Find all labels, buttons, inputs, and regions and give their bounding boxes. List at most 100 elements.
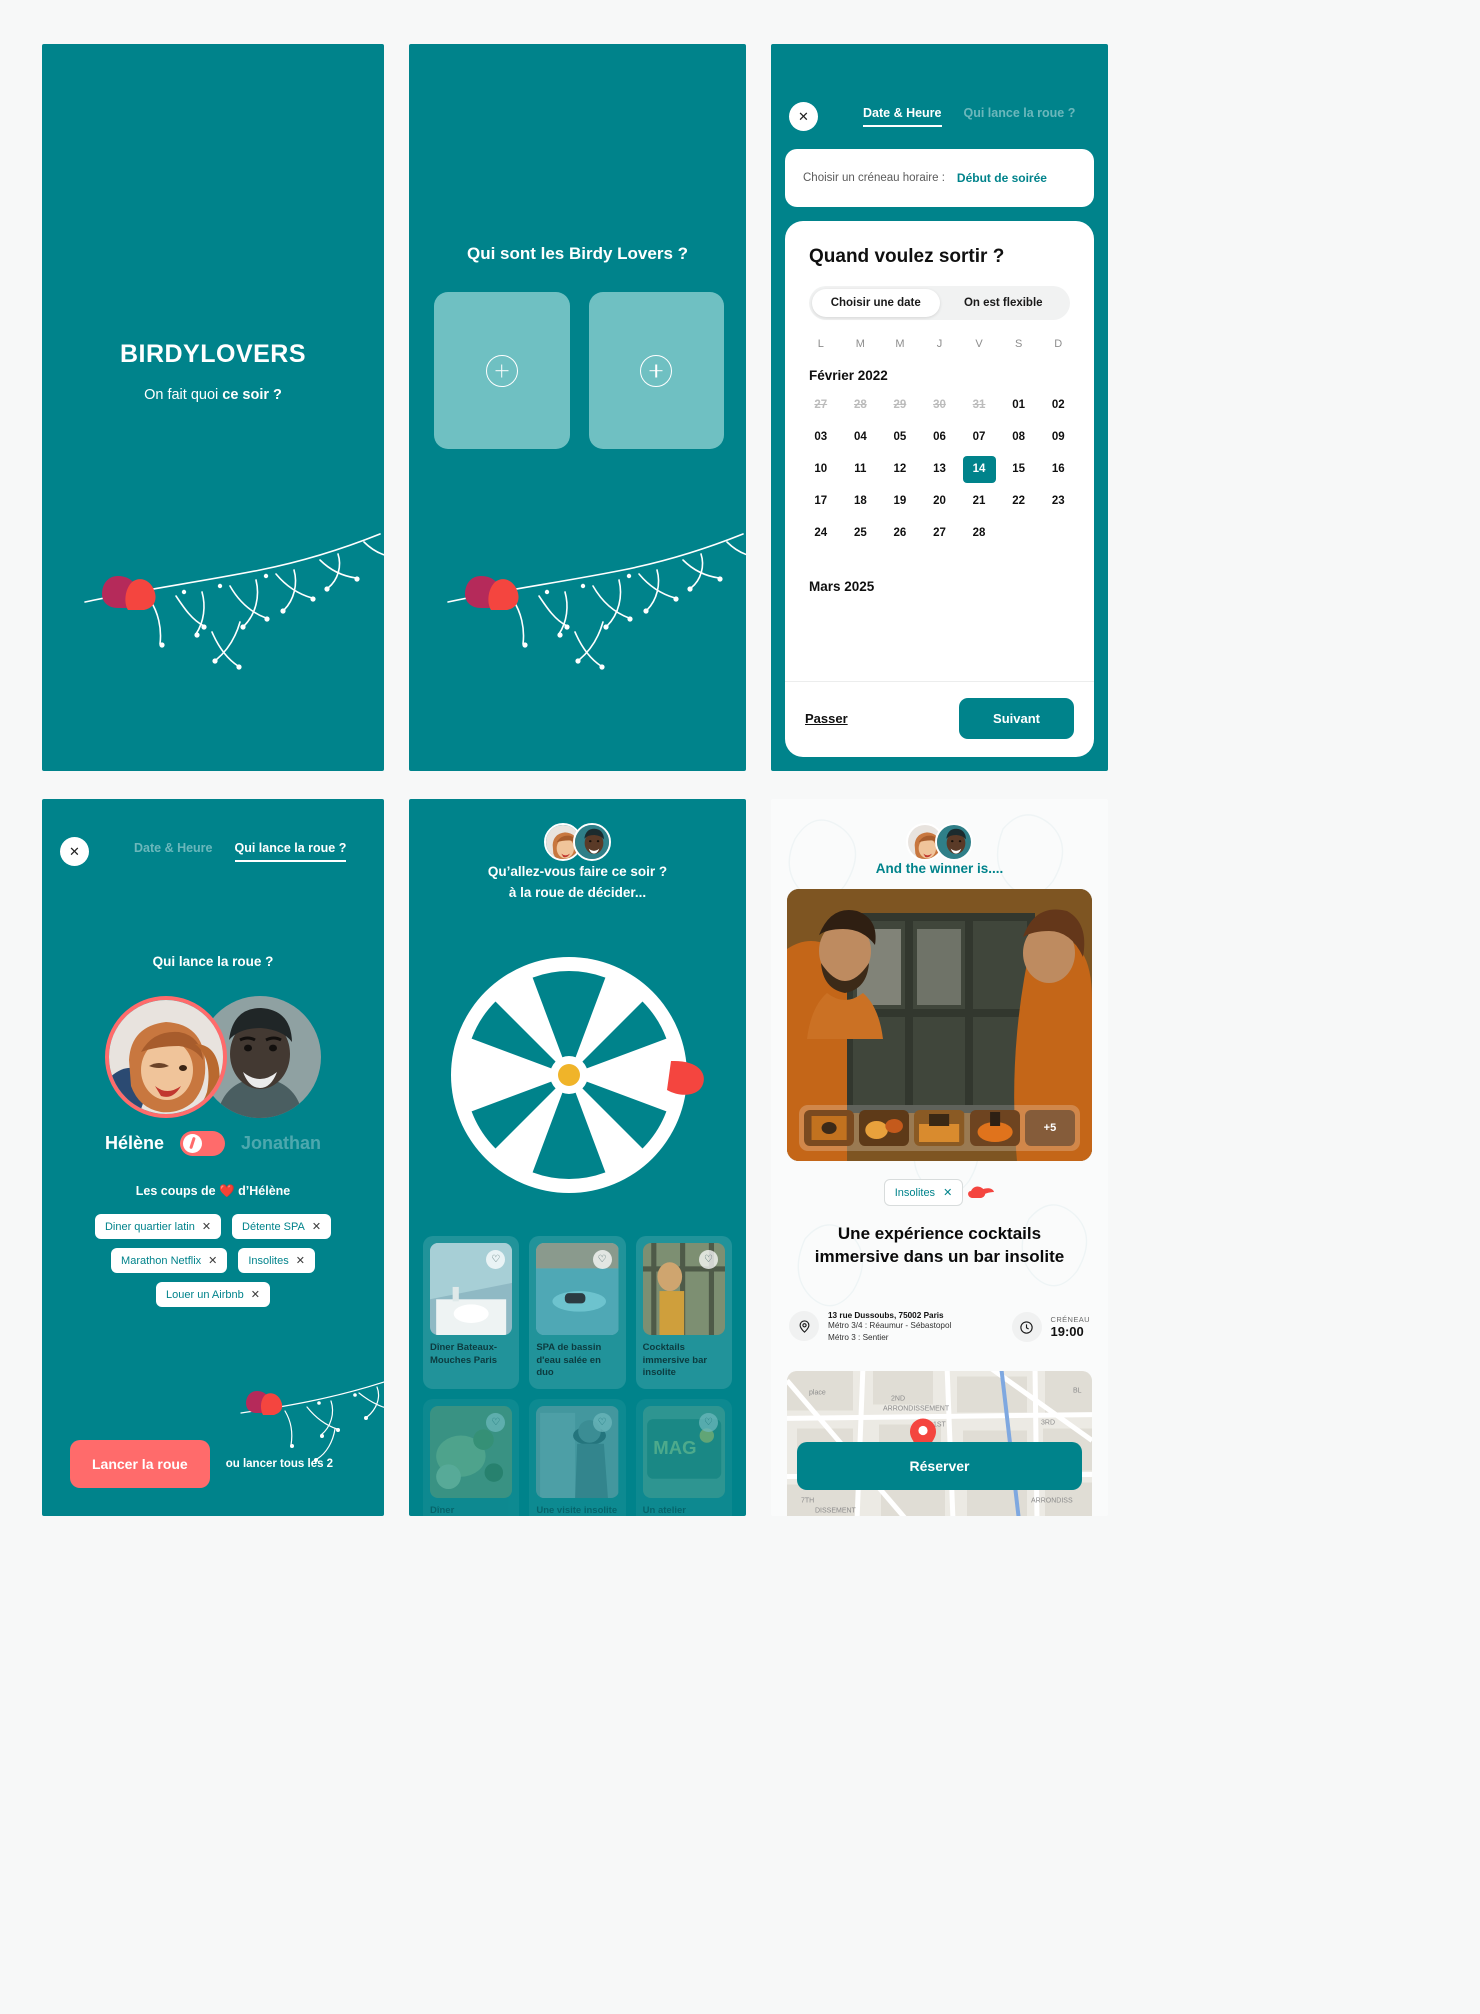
heart-icon[interactable]: ♡	[592, 1412, 612, 1432]
calendar-day[interactable]: 14	[959, 453, 999, 485]
close-icon[interactable]: ✕	[312, 1220, 321, 1233]
spinner-toggle[interactable]	[180, 1131, 225, 1156]
screen-splash: BIRDYLOVERS On fait quoi ce soir ?	[42, 44, 384, 771]
calendar-day[interactable]: 20	[920, 485, 960, 517]
calendar-day[interactable]: 19	[880, 485, 920, 517]
category-tag[interactable]: Insolites ✕	[883, 1179, 964, 1206]
tab-qui-lance-la-roue[interactable]: Qui lance la roue ?	[234, 841, 347, 862]
heart-icon[interactable]: ♡	[592, 1250, 612, 1269]
spin-wheel[interactable]	[409, 954, 746, 1196]
spin-both-note[interactable]: ou lancer tous les 2	[226, 1458, 333, 1470]
segment-choisir-une-date[interactable]: Choisir une date	[812, 289, 940, 317]
calendar-day[interactable]: 23	[1038, 485, 1078, 517]
calendar-day[interactable]: 11	[841, 453, 881, 485]
favourite-tag[interactable]: Diner quartier latin ✕	[94, 1214, 222, 1239]
address-line-2: Métro 3/4 : Réaumur - Sébastopol	[828, 1321, 952, 1330]
heart-icon[interactable]: ♡	[698, 1250, 718, 1269]
close-icon[interactable]: ✕	[251, 1288, 260, 1301]
time-slot-bar[interactable]: Choisir un créneau horaire : Début de so…	[785, 149, 1094, 207]
svg-text:BL: BL	[1073, 1388, 1082, 1395]
calendar-day[interactable]: 25	[841, 517, 881, 549]
suggestion-cards: ♡ Dîner Bateaux-Mouches Paris ♡ SPA de bass…	[423, 1236, 732, 1516]
favourite-tag[interactable]: Insolites ✕	[238, 1248, 315, 1273]
suggestion-card[interactable]: ♡ Dîner oenologique accords mets & vins	[423, 1398, 520, 1516]
avatar-helene[interactable]	[105, 996, 227, 1118]
calendar-day[interactable]: 18	[841, 485, 881, 517]
calendar-day[interactable]: 15	[999, 453, 1039, 485]
calendar-day[interactable]: 26	[880, 517, 920, 549]
close-icon[interactable]: ✕	[202, 1220, 211, 1233]
calendar-day[interactable]: 13	[920, 453, 960, 485]
tab-date-heure[interactable]: Date & Heure	[863, 106, 942, 127]
calendar-day[interactable]: 05	[880, 421, 920, 453]
gallery-thumb[interactable]	[914, 1110, 965, 1146]
calendar-day[interactable]: 28	[959, 517, 999, 549]
calendar-day-number: 22	[1012, 495, 1026, 507]
close-icon[interactable]: ✕	[60, 837, 89, 866]
weekday: S	[1014, 338, 1023, 350]
slot-value: 19:00	[1050, 1324, 1084, 1340]
gallery-thumb[interactable]	[969, 1110, 1020, 1146]
winner-hero-image[interactable]: +5	[787, 889, 1092, 1161]
calendar-day[interactable]: 24	[801, 517, 841, 549]
address-line-1: 13 rue Dussoubs, 75002 Paris	[828, 1311, 944, 1320]
svg-text:ARRONDISS: ARRONDISS	[1031, 1498, 1073, 1505]
calendar-day[interactable]: 21	[959, 485, 999, 517]
calendar-day[interactable]: 09	[1038, 421, 1078, 453]
calendar-day: 31	[959, 389, 999, 421]
close-icon[interactable]: ✕	[789, 102, 818, 131]
calendar-day-number: 28	[972, 527, 986, 539]
suggestion-card[interactable]: ♡ Une visite insolite “Le Paris du crime”	[529, 1398, 626, 1516]
favourite-tag[interactable]: Louer un Airbnb ✕	[156, 1282, 270, 1307]
calendar-day[interactable]: 03	[801, 421, 841, 453]
calendar-day[interactable]: 02	[1038, 389, 1078, 421]
suggestion-card[interactable]: ♡ Dîner Bateaux-Mouches Paris	[423, 1236, 520, 1389]
favourite-tag[interactable]: Marathon Netflix ✕	[111, 1248, 228, 1273]
calendar-day[interactable]: 16	[1038, 453, 1078, 485]
tab-date-heure[interactable]: Date & Heure	[134, 841, 213, 860]
close-icon[interactable]: ✕	[296, 1254, 305, 1267]
calendar-day-number: 03	[814, 431, 828, 443]
lover-slot-2[interactable]	[588, 292, 724, 449]
favourite-tag-label: Diner quartier latin	[104, 1220, 195, 1233]
gallery-thumbnail-strip[interactable]: +5	[799, 1105, 1080, 1151]
calendar-day[interactable]: 08	[999, 421, 1039, 453]
name-jonathan: Jonathan	[241, 1133, 322, 1153]
close-icon[interactable]: ✕	[943, 1186, 952, 1199]
gallery-more-count[interactable]: +5	[1024, 1110, 1076, 1146]
close-icon[interactable]: ✕	[208, 1254, 217, 1267]
calendar-day[interactable]: 01	[999, 389, 1039, 421]
calendar-day[interactable]: 17	[801, 485, 841, 517]
suggestion-card[interactable]: MAG♡ Un atelier d'initiation au graffiti …	[635, 1398, 732, 1516]
heart-icon[interactable]: ♡	[486, 1412, 506, 1432]
heart-icon[interactable]: ♡	[698, 1412, 718, 1432]
calendar-day[interactable]: 06	[920, 421, 960, 453]
suggestion-card[interactable]: ♡ Cocktails immersive bar insolite	[635, 1236, 732, 1389]
gallery-thumb[interactable]	[859, 1110, 910, 1146]
tab-qui-lance-la-roue[interactable]: Qui lance la roue ?	[964, 106, 1076, 125]
favourite-tag-label: Insolites	[248, 1254, 289, 1267]
wheel-question-line2: à la roue de décider...	[508, 884, 647, 900]
favourite-tag-label: Détente SPA	[242, 1220, 305, 1233]
calendar-days-grid: 27 28 29 30 31 01 02 03 04 05 06 07 08 09 10 11 12 13 14 15…	[801, 389, 1078, 549]
winner-tag-row: Insolites ✕	[771, 1179, 1108, 1206]
calendar-day[interactable]: 04	[841, 421, 881, 453]
spin-wheel-button[interactable]: Lancer la roue	[70, 1440, 210, 1488]
segment-on-est-flexible[interactable]: On est flexible	[940, 289, 1068, 317]
calendar-day-number: 28	[853, 399, 867, 411]
skip-link[interactable]: Passer	[805, 711, 848, 726]
card-row: ♡ Dîner oenologique accords mets & vins ♡ U…	[423, 1398, 732, 1516]
calendar-day[interactable]: 12	[880, 453, 920, 485]
next-button[interactable]: Suivant	[959, 698, 1074, 739]
calendar-day[interactable]: 10	[801, 453, 841, 485]
favourite-tag[interactable]: Détente SPA ✕	[232, 1214, 332, 1239]
time-slot-value[interactable]: Début de soirée	[957, 171, 1047, 185]
suggestion-card[interactable]: ♡ SPA de bassin d'eau salée en duo	[529, 1236, 626, 1389]
calendar-day[interactable]: 07	[959, 421, 999, 453]
gallery-thumb[interactable]	[804, 1110, 855, 1146]
reserve-button[interactable]: Réserver	[797, 1442, 1082, 1490]
calendar-day[interactable]: 22	[999, 485, 1039, 517]
calendar-day[interactable]: 27	[920, 517, 960, 549]
lover-slot-1[interactable]	[434, 292, 570, 449]
venue-slot-block: CRÉNEAU 19:00	[1011, 1311, 1090, 1344]
